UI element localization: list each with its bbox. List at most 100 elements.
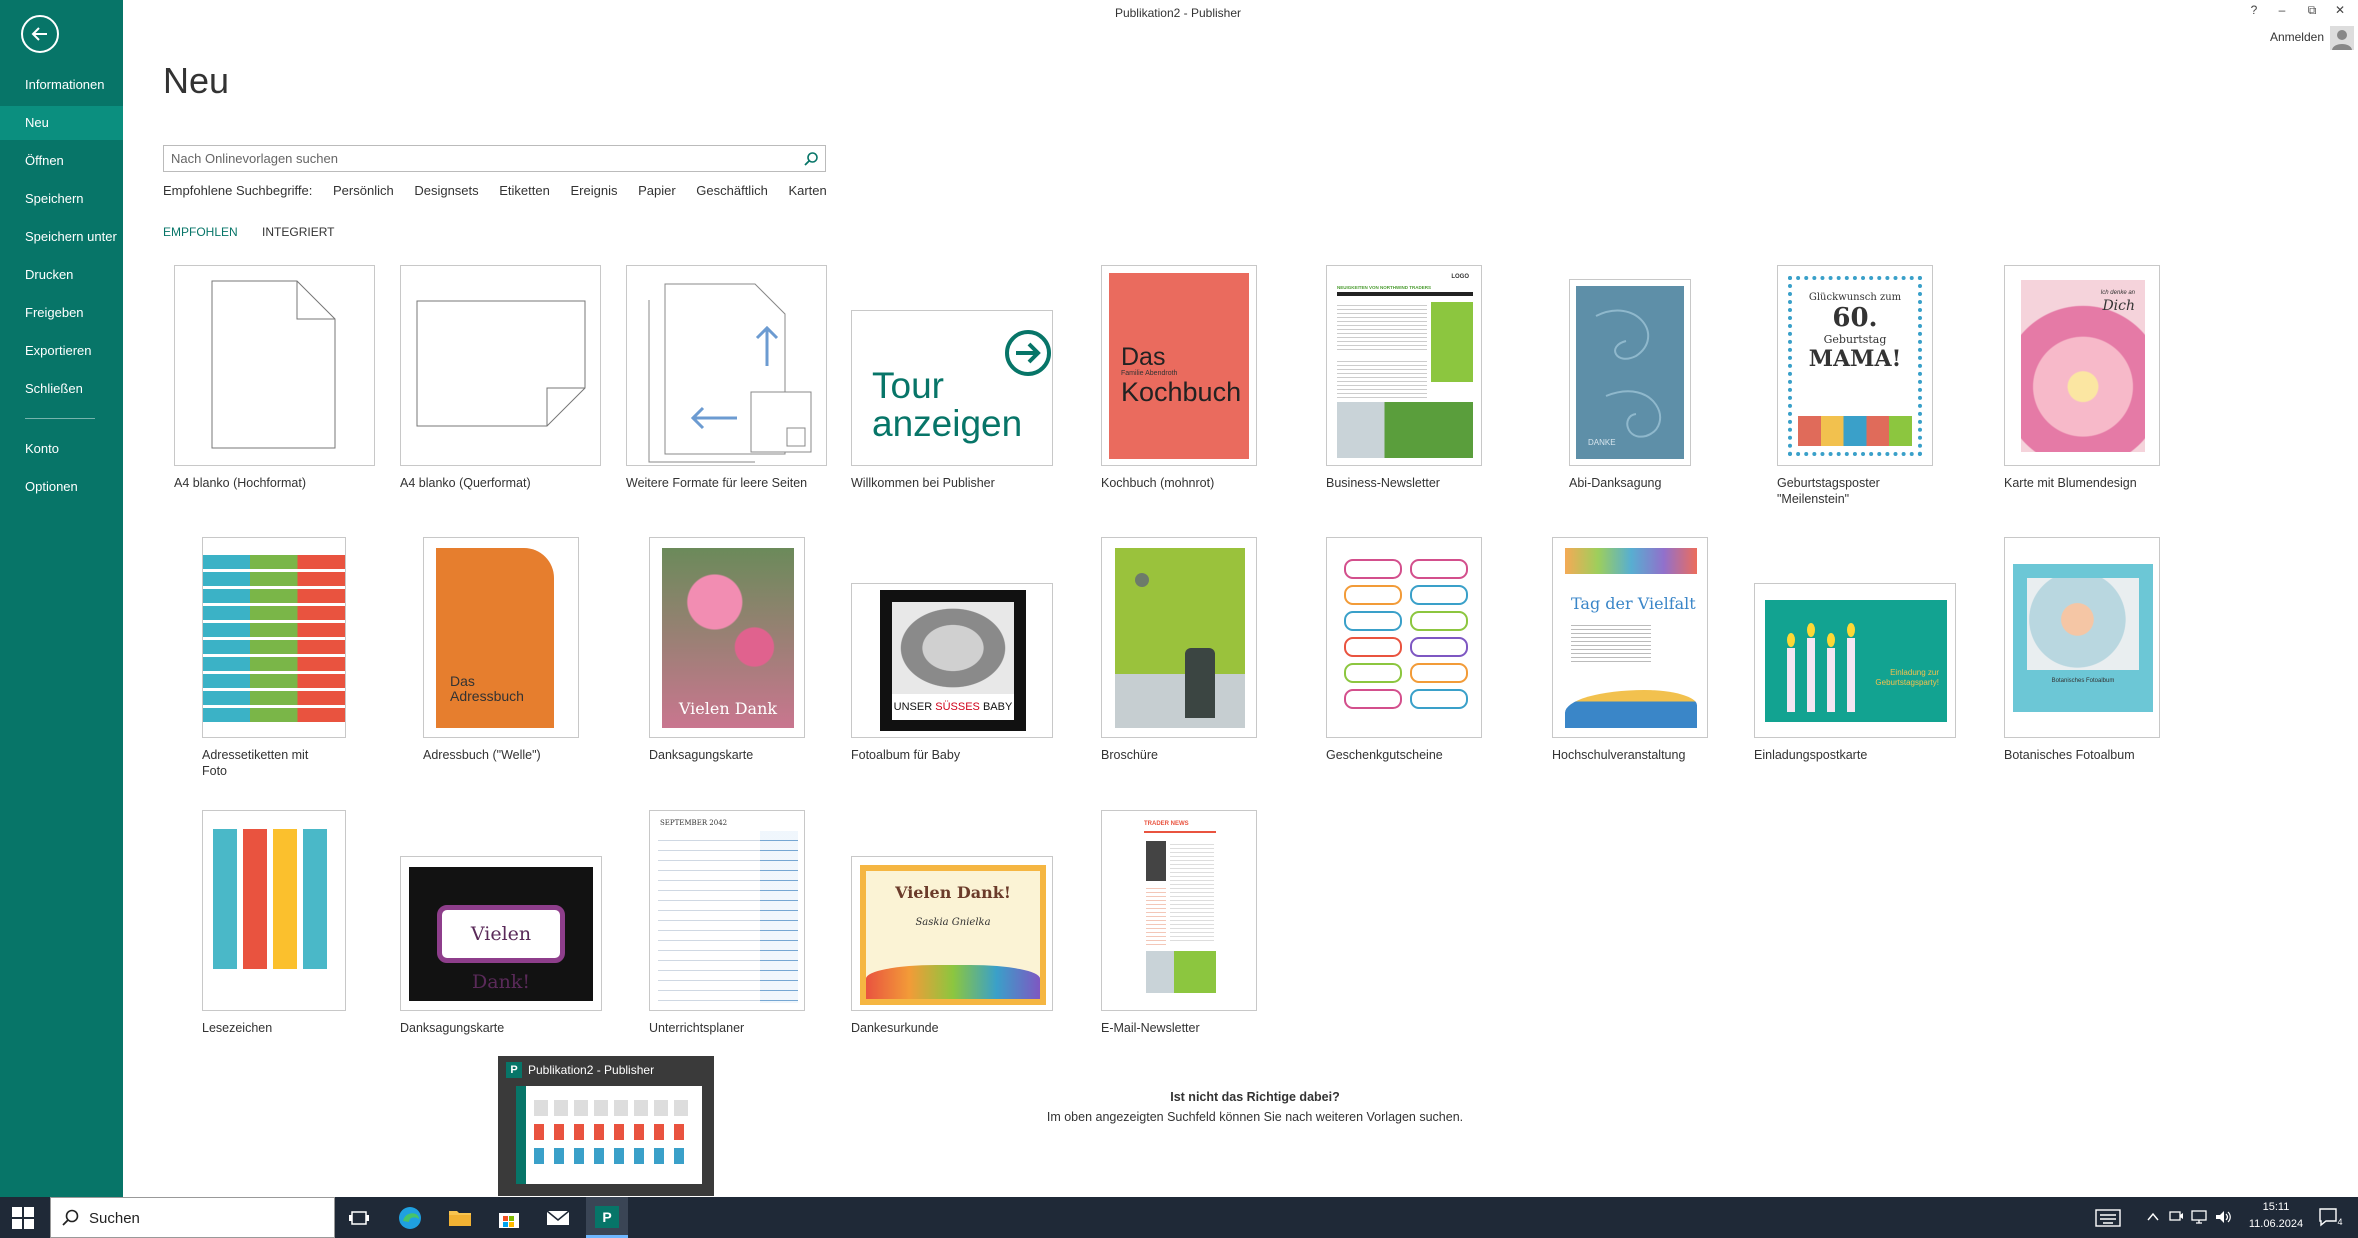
- nav-oeffnen[interactable]: Öffnen: [0, 144, 123, 178]
- voucher-grid-icon: [1344, 559, 1468, 709]
- network-icon[interactable]: [2190, 1209, 2208, 1225]
- suggestion-link[interactable]: Persönlich: [333, 183, 394, 198]
- template-tabs: EMPFOHLEN INTEGRIERT: [163, 225, 355, 239]
- album-caption: Botanisches Fotoalbum: [2051, 678, 2115, 684]
- backstage-sidebar: Informationen Neu Öffnen Speichern Speic…: [0, 0, 123, 1197]
- account-icon[interactable]: [2330, 26, 2354, 50]
- nav-optionen[interactable]: Optionen: [0, 470, 123, 504]
- flower-card-text: Dich: [2102, 298, 2135, 314]
- template-label: A4 blanko (Querformat): [400, 476, 531, 490]
- baby-album-text: SÜSSES: [935, 701, 980, 713]
- template-label: Broschüre: [1101, 748, 1158, 762]
- windows-start-icon[interactable]: [12, 1207, 34, 1229]
- cookbook-title: Kochbuch: [1121, 377, 1242, 407]
- suggestion-link[interactable]: Papier: [638, 183, 676, 198]
- newsletter-heading: NEUIGKEITEN VON NORTHWIND TRADERS: [1337, 285, 1432, 290]
- blank-page-portrait-icon: [211, 280, 336, 449]
- template-label: A4 blanko (Hochformat): [174, 476, 307, 490]
- template-label: Kochbuch (mohnrot): [1101, 476, 1215, 490]
- sign-in-link[interactable]: Anmelden: [2270, 30, 2324, 44]
- suggestion-link[interactable]: Karten: [788, 183, 826, 198]
- nav-schliessen[interactable]: Schließen: [0, 372, 123, 406]
- taskbar-window-preview[interactable]: P Publikation2 - Publisher: [498, 1056, 714, 1196]
- addressbook-title: Adressbuch: [450, 688, 524, 704]
- template-label: Hochschulveranstaltung: [1552, 748, 1686, 762]
- template-label: Willkommen bei Publisher: [851, 476, 995, 490]
- baby-album-text: BABY: [982, 701, 1013, 713]
- publisher-taskbar-button[interactable]: P: [586, 1197, 628, 1238]
- tour-text-line: Tour: [872, 365, 944, 406]
- template-label: Danksagungskarte: [649, 748, 754, 762]
- nav-konto[interactable]: Konto: [0, 432, 123, 466]
- restore-button[interactable]: ⧉: [2303, 3, 2321, 18]
- volume-icon[interactable]: [2214, 1209, 2232, 1225]
- chevron-up-icon[interactable]: [2146, 1211, 2160, 1223]
- page-title: Neu: [163, 60, 230, 101]
- template-label: Weitere Formate für leere Seiten: [626, 476, 808, 490]
- card-text: Vielen Dank!: [437, 905, 565, 993]
- template-label: Fotoalbum für Baby: [851, 748, 961, 762]
- template-search: [163, 145, 826, 172]
- poster-number: 60.: [1832, 303, 1878, 333]
- help-button[interactable]: ?: [2245, 3, 2263, 17]
- suggestion-link[interactable]: Ereignis: [570, 183, 617, 198]
- search-icon[interactable]: [803, 151, 819, 167]
- nav-divider: [25, 418, 95, 419]
- close-button[interactable]: ✕: [2331, 3, 2349, 17]
- tour-text-line: anzeigen: [872, 403, 1023, 444]
- blank-page-landscape-icon: [416, 300, 586, 427]
- mail-icon[interactable]: [545, 1205, 571, 1231]
- keyboard-icon[interactable]: [2095, 1209, 2121, 1227]
- help-question: Ist nicht das Richtige dabei?: [1170, 1090, 1340, 1104]
- edge-browser-icon[interactable]: [397, 1205, 423, 1231]
- invitation-text: Geburtstagsparty!: [1875, 678, 1939, 687]
- help-text: Im oben angezeigten Suchfeld können Sie …: [1046, 1110, 1464, 1124]
- search-help: Ist nicht das Richtige dabei? Im oben an…: [880, 1090, 1630, 1124]
- file-explorer-icon[interactable]: [447, 1205, 473, 1231]
- poster-text: Geburtstag: [1823, 333, 1887, 346]
- tab-empfohlen[interactable]: EMPFOHLEN: [163, 225, 238, 239]
- baby-album-text: UNSER: [893, 701, 933, 713]
- poster-text: Glückwunsch zum: [1808, 292, 1902, 303]
- suggestion-link[interactable]: Geschäftlich: [696, 183, 768, 198]
- nav-speichern[interactable]: Speichern: [0, 182, 123, 216]
- preview-thumbnail: [516, 1086, 702, 1184]
- template-label: Geschenkgutscheine: [1326, 748, 1443, 762]
- nav-informationen[interactable]: Informationen: [0, 68, 123, 102]
- newsletter-logo: LOGO: [1451, 274, 1469, 280]
- template-label: Einladungspostkarte: [1754, 748, 1868, 762]
- nav-speichern-unter[interactable]: Speichern unter: [0, 220, 123, 254]
- template-label: Business-Newsletter: [1326, 476, 1440, 490]
- newsletter-heading: TRADER NEWS: [1144, 821, 1189, 827]
- meet-now-icon[interactable]: [2168, 1209, 2184, 1225]
- store-icon[interactable]: [496, 1205, 522, 1231]
- template-label: Dankesurkunde: [851, 1021, 939, 1035]
- abi-card-text: DANKE: [1588, 438, 1616, 447]
- template-label: Abi-Danksagung: [1569, 476, 1662, 490]
- search-icon: [62, 1209, 79, 1226]
- suggestions-label: Empfohlene Suchbegriffe:: [163, 183, 313, 198]
- template-label: Botanisches Fotoalbum: [2004, 748, 2135, 762]
- suggestion-link[interactable]: Designsets: [414, 183, 478, 198]
- minimize-button[interactable]: –: [2273, 3, 2291, 17]
- nav-neu[interactable]: Neu: [0, 106, 123, 140]
- nav-drucken[interactable]: Drucken: [0, 258, 123, 292]
- nav-exportieren[interactable]: Exportieren: [0, 334, 123, 368]
- tab-integriert[interactable]: INTEGRIERT: [262, 225, 334, 239]
- search-input[interactable]: [164, 146, 784, 171]
- preview-title: Publikation2 - Publisher: [528, 1063, 655, 1077]
- taskbar-search[interactable]: Suchen: [50, 1197, 335, 1238]
- template-label: Adressbuch ("Welle"): [423, 748, 541, 762]
- cookbook-title: Das: [1121, 343, 1166, 371]
- planner-title: SEPTEMBER 2042: [660, 819, 728, 827]
- notification-count: 4: [2337, 1217, 2343, 1227]
- template-label: Geburtstagsposter "Meilenstein": [1777, 476, 1880, 506]
- back-button[interactable]: [21, 15, 59, 53]
- arrow-left-icon: [31, 27, 47, 41]
- clock-date[interactable]: 11.06.2024: [2236, 1218, 2316, 1230]
- window-title: Publikation2 - Publisher: [1114, 6, 1242, 20]
- clock-time[interactable]: 15:11: [2236, 1201, 2316, 1213]
- suggestion-link[interactable]: Etiketten: [499, 183, 550, 198]
- task-view-icon[interactable]: [346, 1205, 372, 1231]
- nav-freigeben[interactable]: Freigeben: [0, 296, 123, 330]
